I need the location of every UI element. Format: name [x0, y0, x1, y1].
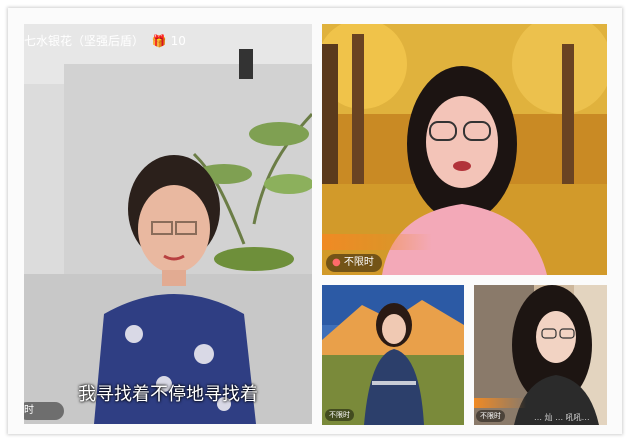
gift-header: 七水银花（坚强后盾） 🎁 10 — [24, 32, 186, 49]
tile-bottom-left-picture — [322, 285, 464, 425]
live-dot-icon: ● — [332, 257, 341, 268]
watermark-text: … 灿 … 吼吼… — [534, 413, 590, 422]
collage-frame: 七水银花（坚强后盾） 🎁 10 我寻找着不停地寻找着 时 ● 不限时 不限时 不… — [8, 8, 622, 434]
tile-main-picture — [24, 24, 312, 424]
time-badge: 时 — [24, 402, 64, 420]
time-badge: 不限时 — [325, 409, 354, 421]
gift-count: 10 — [170, 34, 186, 48]
video-tile-bottom-left[interactable]: 不限时 — [322, 285, 464, 425]
progress-accent-bar — [474, 398, 526, 408]
time-badge: ● 不限时 — [326, 254, 382, 272]
gift-icon: 🎁 — [151, 34, 167, 48]
video-tile-main[interactable]: 七水银花（坚强后盾） 🎁 10 我寻找着不停地寻找着 时 — [24, 24, 312, 424]
lyric-subtitle: 我寻找着不停地寻找着 — [78, 384, 258, 405]
gift-sender-name: 七水银花（坚强后盾） — [24, 34, 145, 48]
progress-accent-bar — [322, 234, 432, 250]
video-tile-top-right[interactable]: ● 不限时 — [322, 24, 607, 275]
time-badge: 不限时 — [476, 410, 505, 422]
video-tile-bottom-right[interactable]: 不限时 … 灿 … 吼吼… — [474, 285, 607, 425]
